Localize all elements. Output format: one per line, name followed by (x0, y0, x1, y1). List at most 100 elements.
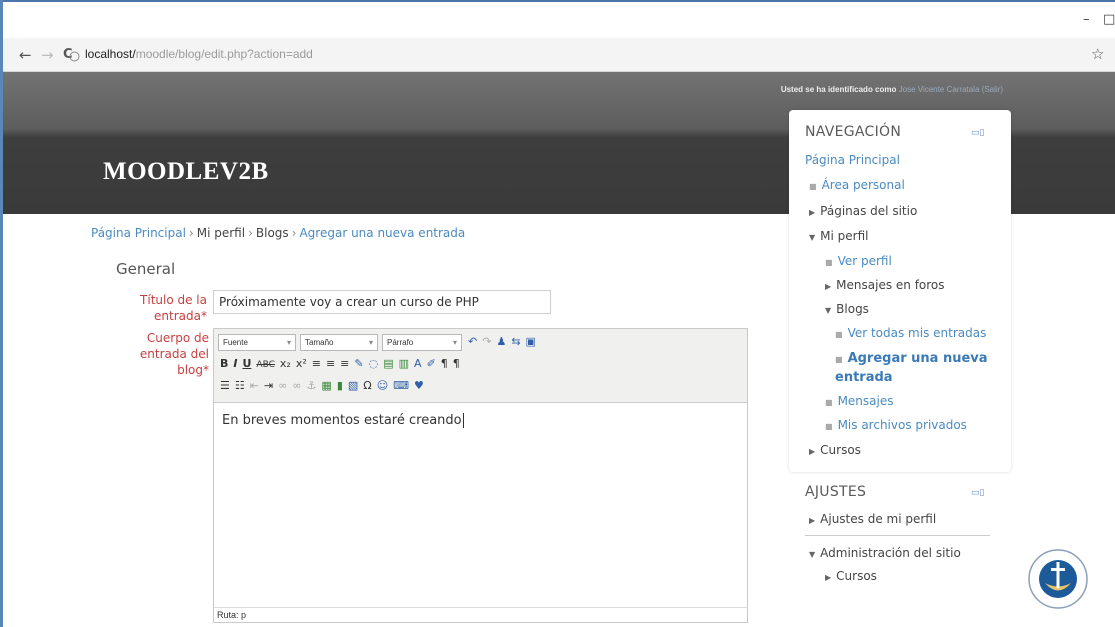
unlink-icon[interactable]: ∞ (292, 379, 301, 392)
breadcrumb-separator: › (248, 226, 253, 240)
numbered-list-icon[interactable]: ☷ (235, 379, 245, 392)
rtl-icon[interactable]: ¶ (453, 357, 460, 370)
nav-item-home[interactable]: Página Principal (805, 153, 900, 167)
nav-item-forum-posts[interactable]: ▶ Mensajes en foros (825, 278, 945, 292)
redo-icon[interactable]: ↷ (482, 335, 491, 348)
user-name-link[interactable]: Jose Vicente Carratala (899, 85, 980, 94)
spellcheck-icon[interactable]: ♥ (414, 379, 424, 392)
align-right-icon[interactable]: ≡ (340, 357, 349, 370)
breadcrumb-add-entry[interactable]: Agregar una nueva entrada (299, 226, 465, 240)
format-select[interactable]: Párrafo ▾ (382, 334, 462, 351)
bullet-icon: ■ (835, 355, 843, 364)
settings-item-site-admin[interactable]: ▼ Administración del sitio (809, 546, 961, 560)
nav-item-blogs[interactable]: ▼ Blogs (825, 302, 869, 316)
ltr-icon[interactable]: ¶ (441, 357, 448, 370)
dock-block-icon[interactable]: ▭▯ (971, 128, 984, 138)
fullscreen-icon[interactable]: ▣ (526, 335, 536, 348)
breadcrumb-separator: › (291, 226, 297, 240)
background-color-icon[interactable]: ✐ (427, 357, 436, 370)
nav-item-view-all-entries[interactable]: ■ Ver todas mis entradas (835, 326, 986, 340)
dock-block-icon[interactable]: ▭▯ (971, 488, 984, 498)
bullet-icon: ■ (825, 398, 833, 407)
paste-word-icon[interactable]: ▥ (399, 357, 409, 370)
editor-status-divider (214, 607, 747, 608)
url-field[interactable]: localhost/moodle/blog/edit.php?action=ad… (85, 47, 313, 61)
size-select[interactable]: Tamaño ▾ (300, 334, 378, 351)
settings-item-site-admin-label: Administración del sitio (820, 546, 961, 560)
undo-icon[interactable]: ↶ (468, 335, 477, 348)
breadcrumb-separator: › (188, 226, 194, 240)
strikethrough-icon[interactable]: ABC (256, 360, 274, 370)
breadcrumb-profile[interactable]: Mi perfil (197, 226, 245, 240)
find-icon[interactable]: ♟ (496, 335, 506, 348)
html-editor[interactable]: Fuente ▾ Tamaño ▾ Párrafo ▾ ↶ ↷ ♟ ⇆ ▣ B I U ABC x₂ x… (213, 328, 748, 623)
link-icon[interactable]: ∞ (278, 379, 287, 392)
minimize-button[interactable]: – (1083, 12, 1090, 27)
format-select-value: Párrafo (387, 338, 414, 347)
bookmark-star-icon[interactable]: ☆ (1091, 45, 1104, 63)
nav-item-private-files[interactable]: ■ Mis archivos privados (825, 418, 967, 432)
eraser-icon[interactable]: ◌ (369, 357, 379, 370)
superscript-icon[interactable]: x² (296, 357, 307, 370)
nav-item-my-profile[interactable]: ▼ Mi perfil (809, 229, 868, 243)
editor-path: Ruta: p (217, 610, 247, 620)
settings-item-courses-label: Cursos (836, 569, 877, 583)
anchor-icon[interactable]: ⚓ (307, 379, 317, 392)
nav-item-add-entry-label: Agregar una nueva entrada (835, 351, 988, 385)
nav-item-dashboard-label: Área personal (821, 178, 905, 192)
browser-window: – □ ← → C localhost/moodle/blog/edit.php… (0, 0, 1115, 627)
underline-icon[interactable]: U (242, 357, 251, 370)
settings-item-courses[interactable]: ▶ Cursos (825, 569, 877, 583)
bold-icon[interactable]: B (220, 357, 228, 370)
image-icon[interactable]: ▦ (321, 379, 331, 392)
paste-text-icon[interactable]: ▤ (383, 357, 393, 370)
collapsed-arrow-icon: ▶ (825, 573, 832, 582)
editor-content[interactable]: En breves momentos estaré creando (222, 413, 464, 428)
nav-item-view-profile[interactable]: ■ Ver perfil (825, 254, 892, 268)
outdent-icon[interactable]: ⇤ (250, 379, 259, 392)
align-center-icon[interactable]: ≡ (326, 357, 335, 370)
chevron-down-icon: ▾ (368, 338, 373, 347)
html-icon[interactable]: ⌨ (393, 379, 409, 392)
align-left-icon[interactable]: ≡ (312, 357, 321, 370)
forward-icon[interactable]: → (41, 46, 54, 64)
site-name[interactable]: MOODLEV2B (103, 158, 269, 186)
title-label: Título de la entrada* (140, 293, 207, 323)
breadcrumb-blogs[interactable]: Blogs (256, 226, 289, 240)
special-char-icon[interactable]: Ω (363, 379, 371, 392)
text-color-icon[interactable]: A (414, 357, 422, 370)
indent-icon[interactable]: ⇥ (264, 379, 273, 392)
font-select[interactable]: Fuente ▾ (218, 334, 296, 351)
clean-icon[interactable]: ✎ (354, 357, 363, 370)
table-icon[interactable]: ▧ (348, 379, 358, 392)
nav-item-messages[interactable]: ■ Mensajes (825, 394, 893, 408)
italic-icon[interactable]: I (233, 357, 237, 370)
settings-item-profile[interactable]: ▶ Ajustes de mi perfil (809, 512, 936, 526)
bullet-list-icon[interactable]: ☰ (220, 379, 230, 392)
editor-toolbar: Fuente ▾ Tamaño ▾ Párrafo ▾ ↶ ↷ ♟ ⇆ ▣ B I U ABC x₂ x… (214, 329, 747, 403)
emoticon-icon[interactable]: ☺ (377, 379, 388, 392)
subscript-icon[interactable]: x₂ (280, 357, 291, 370)
replace-icon[interactable]: ⇆ (511, 335, 520, 348)
bullet-icon: ■ (825, 422, 833, 431)
maximize-button[interactable]: □ (1103, 12, 1115, 27)
nav-item-site-pages[interactable]: ▶ Páginas del sitio (809, 204, 917, 218)
text-caret (462, 413, 464, 428)
back-icon[interactable]: ← (19, 46, 32, 64)
media-icon[interactable]: ▮ (337, 379, 343, 392)
toolbar-row-2: B I U ABC x₂ x² ≡ ≡ ≡ ✎ ◌ ▤ ▥ A ✐ ¶ ¶ (220, 357, 465, 370)
logout-link[interactable]: (Salir) (982, 85, 1003, 94)
navigation-title: NAVEGACIÓN (805, 124, 902, 140)
nav-item-add-entry[interactable]: ■ Agregar una nueva entrada (835, 350, 995, 387)
navigation-block: NAVEGACIÓN ▭▯ Página Principal ■ Área per… (789, 110, 1011, 472)
toolbar-row-1-extra: ↶ ↷ ♟ ⇆ ▣ (468, 335, 541, 348)
entry-title-input[interactable]: Próximamente voy a crear un curso de PHP (213, 290, 551, 314)
nav-item-view-profile-label: Ver perfil (837, 254, 892, 268)
font-select-value: Fuente (223, 338, 248, 347)
nav-item-view-all-entries-label: Ver todas mis entradas (847, 326, 987, 340)
nav-item-courses[interactable]: ▶ Cursos (809, 443, 861, 457)
nav-item-dashboard[interactable]: ■ Área personal (809, 178, 905, 192)
expanded-arrow-icon: ▼ (825, 306, 832, 315)
page-info-icon[interactable] (69, 51, 80, 62)
breadcrumb-home[interactable]: Página Principal (91, 226, 186, 240)
